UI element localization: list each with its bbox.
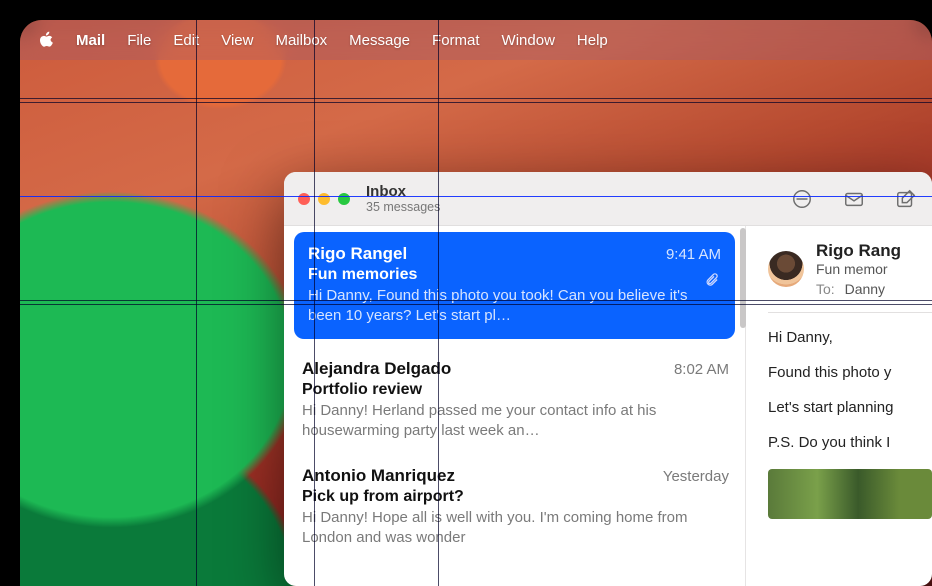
message-list-item[interactable]: Rigo Rangel 9:41 AM Fun memories Hi Dann… [294, 232, 735, 339]
scrollbar[interactable] [740, 228, 746, 328]
menubar-message[interactable]: Message [349, 32, 410, 49]
reading-to-label: To: [816, 281, 835, 297]
window-toolbar: Inbox 35 messages [284, 172, 932, 226]
message-time: 8:02 AM [674, 361, 729, 378]
compose-icon[interactable] [894, 188, 918, 210]
reading-to-value: Danny [845, 281, 885, 297]
mailbox-subtitle: 35 messages [366, 200, 440, 214]
message-subject: Fun memories [308, 266, 721, 284]
divider [768, 312, 932, 313]
message-preview: Hi Danny! Herland passed me your contact… [302, 401, 729, 440]
zoom-icon[interactable] [338, 193, 350, 205]
body-line: Found this photo y [768, 364, 932, 381]
menubar-view[interactable]: View [221, 32, 253, 49]
reading-to: To: Danny [816, 281, 901, 299]
apple-logo-icon[interactable] [38, 31, 54, 49]
body-line: P.S. Do you think I [768, 434, 932, 451]
reading-pane: Rigo Rang Fun memor To: Danny Hi Danny, … [746, 226, 932, 586]
message-time: 9:41 AM [666, 246, 721, 263]
menubar-file[interactable]: File [127, 32, 151, 49]
message-subject: Pick up from airport? [302, 488, 729, 506]
menubar-help[interactable]: Help [577, 32, 608, 49]
message-list-item[interactable]: Antonio Manriquez Yesterday Pick up from… [284, 454, 745, 561]
mail-window: Inbox 35 messages Rigo [284, 172, 932, 586]
minimize-icon[interactable] [318, 193, 330, 205]
reading-body: Hi Danny, Found this photo y Let's start… [768, 329, 932, 451]
avatar [768, 251, 804, 287]
envelope-icon[interactable] [842, 188, 866, 210]
message-time: Yesterday [663, 468, 729, 485]
menubar-edit[interactable]: Edit [173, 32, 199, 49]
menubar-app-name[interactable]: Mail [76, 32, 105, 49]
body-line: Let's start planning [768, 399, 932, 416]
menubar-window[interactable]: Window [502, 32, 555, 49]
message-preview: Hi Danny! Hope all is well with you. I'm… [302, 508, 729, 547]
attachment-image[interactable] [768, 469, 932, 519]
filter-icon[interactable] [790, 188, 814, 210]
message-list-item[interactable]: Alejandra Delgado 8:02 AM Portfolio revi… [284, 347, 745, 454]
mailbox-title: Inbox [366, 183, 440, 200]
message-preview: Hi Danny, Found this photo you took! Can… [308, 286, 721, 325]
reading-subject: Fun memor [816, 261, 901, 279]
attachment-icon [704, 272, 719, 292]
message-list[interactable]: Rigo Rangel 9:41 AM Fun memories Hi Dann… [284, 226, 746, 586]
menubar-mailbox[interactable]: Mailbox [275, 32, 327, 49]
message-subject: Portfolio review [302, 381, 729, 399]
body-line: Hi Danny, [768, 329, 932, 346]
message-sender: Antonio Manriquez [302, 466, 663, 486]
reading-from: Rigo Rang [816, 240, 901, 261]
system-menubar: Mail File Edit View Mailbox Message Form… [20, 20, 932, 60]
close-icon[interactable] [298, 193, 310, 205]
menubar-format[interactable]: Format [432, 32, 480, 49]
message-sender: Alejandra Delgado [302, 359, 674, 379]
message-sender: Rigo Rangel [308, 244, 666, 264]
